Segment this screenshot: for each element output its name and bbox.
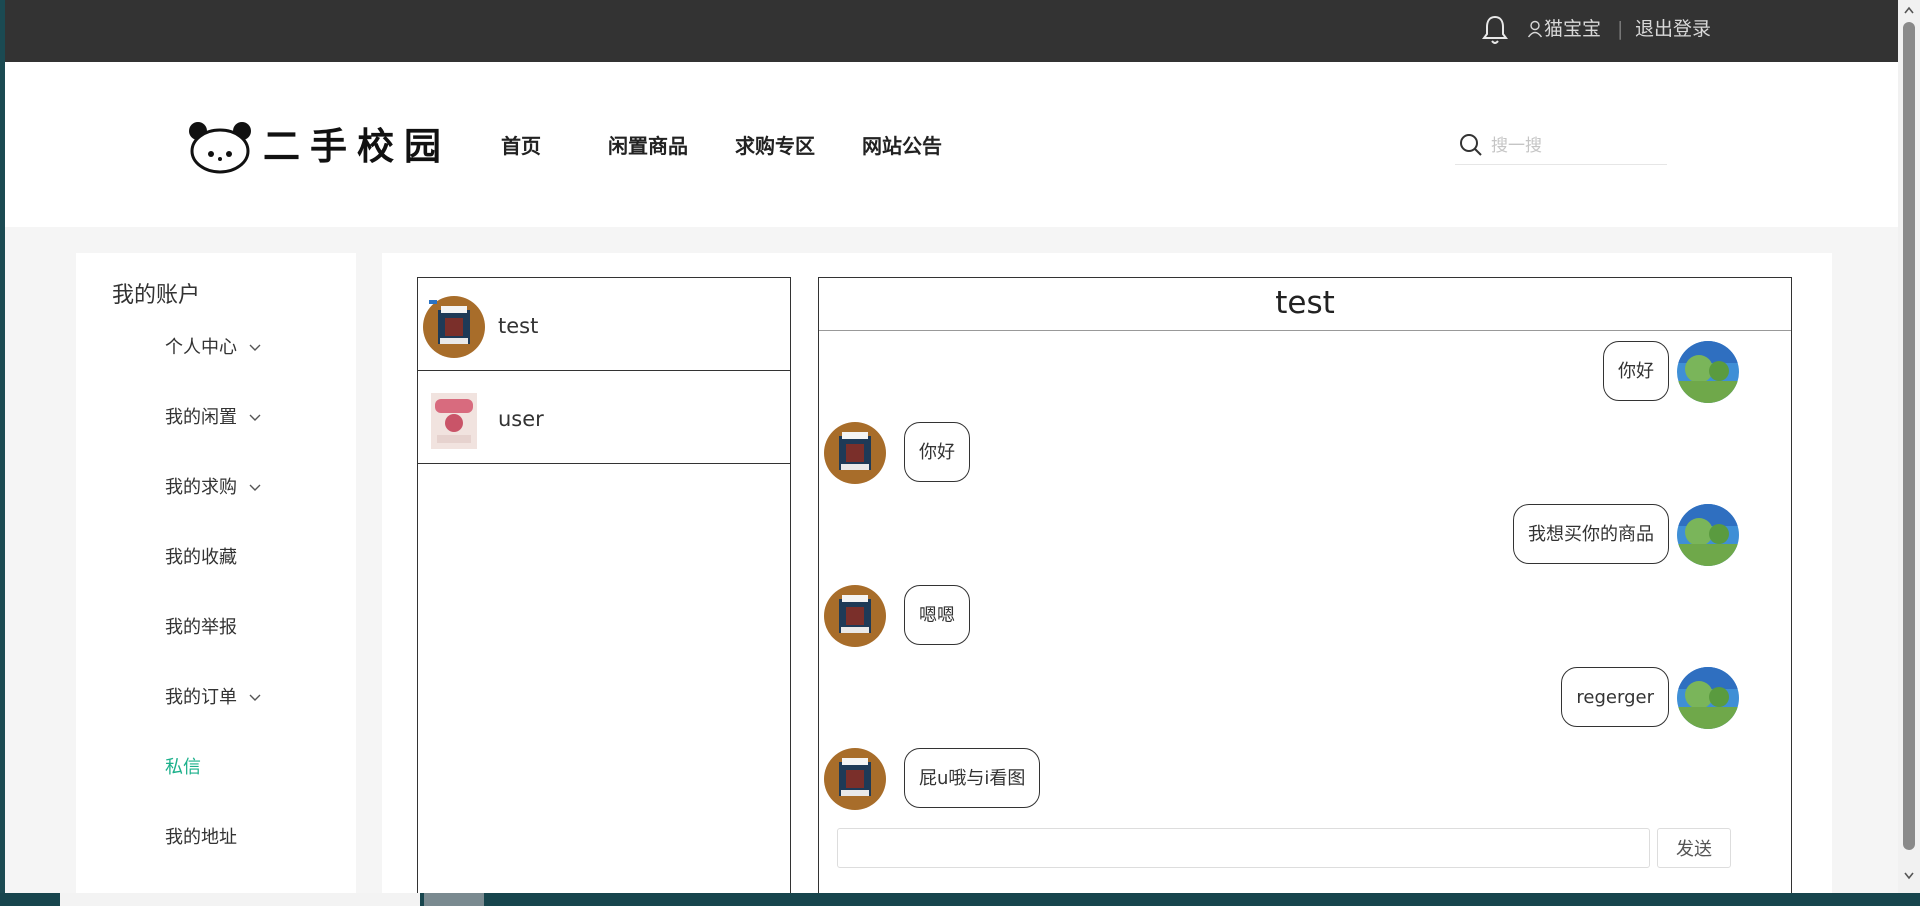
sidebar-item-label: 我的求购 (165, 477, 237, 498)
sidebar-item-label: 我的订单 (165, 687, 237, 708)
product-box-avatar (423, 296, 485, 358)
nav-idle-goods[interactable]: 闲置商品 (608, 132, 688, 160)
site-header: 二手校园 首页 闲置商品 求购专区 网站公告 (5, 62, 1898, 227)
chat-window: test 你好 你好 我想买你的商品 嗯嗯 regerger 屁u哦与i看图 发… (818, 277, 1792, 893)
main-panel: test user test 你好 你好 我想买你的商品 嗯嗯 regerger… (382, 253, 1832, 893)
contact-name: user (498, 407, 544, 431)
chevron-down-icon (249, 414, 261, 421)
sidebar-item-orders[interactable]: 我的订单 (165, 685, 261, 711)
sidebar-item-label: 个人中心 (165, 337, 237, 358)
product-card-avatar (431, 393, 477, 449)
sidebar-item-reports[interactable]: 我的举报 (165, 615, 237, 641)
nav-wanted[interactable]: 求购专区 (735, 132, 815, 160)
search-box (1455, 128, 1667, 165)
landscape-avatar (1677, 504, 1739, 566)
sidebar-item-messages[interactable]: 私信 (165, 755, 201, 781)
product-box-avatar (824, 422, 886, 484)
taskbar-app[interactable] (424, 893, 484, 906)
panda-logo-icon[interactable] (187, 120, 253, 174)
message-bubble: 你好 (1603, 341, 1669, 401)
sidebar-item-my-idle[interactable]: 我的闲置 (165, 405, 261, 431)
sidebar-item-label: 我的举报 (165, 617, 237, 638)
message-received: 嗯嗯 (819, 585, 1791, 647)
message-sent: 我想买你的商品 (819, 504, 1791, 566)
page-scrollbar[interactable] (1898, 0, 1920, 893)
logout-link[interactable]: 退出登录 (1635, 16, 1711, 42)
message-sent: regerger (819, 667, 1791, 729)
landscape-avatar (1677, 341, 1739, 403)
scrollbar-thumb[interactable] (1903, 22, 1915, 850)
message-input[interactable] (837, 828, 1650, 868)
sidebar-item-label: 我的地址 (165, 827, 237, 848)
chevron-down-icon (249, 484, 261, 491)
scroll-up-arrow-icon[interactable] (1904, 6, 1914, 14)
message-bubble: 你好 (904, 422, 970, 482)
contact-name: test (498, 314, 539, 338)
sidebar-title: 我的账户 (112, 283, 201, 308)
sidebar-item-label: 私信 (165, 757, 201, 778)
account-sidebar: 我的账户 个人中心 我的闲置 我的求购 我的收藏 我的举报 我的订单 私信 我的… (76, 253, 356, 893)
sidebar-item-profile[interactable]: 个人中心 (165, 335, 261, 361)
message-received: 你好 (819, 422, 1791, 484)
separator: | (1617, 18, 1624, 40)
username-label[interactable]: 猫宝宝 (1544, 16, 1601, 42)
nav-announcements[interactable]: 网站公告 (862, 132, 942, 160)
sidebar-item-address[interactable]: 我的地址 (165, 825, 237, 851)
chevron-down-icon (249, 694, 261, 701)
sidebar-item-label: 我的收藏 (165, 547, 237, 568)
message-bubble: regerger (1561, 667, 1669, 727)
search-icon[interactable] (1459, 133, 1483, 157)
taskbar (0, 893, 1920, 906)
message-bubble: 嗯嗯 (904, 585, 970, 645)
contact-item[interactable]: user (418, 371, 790, 464)
logo-text[interactable]: 二手校园 (263, 122, 451, 170)
scroll-down-arrow-icon[interactable] (1904, 872, 1914, 880)
sidebar-item-label: 我的闲置 (165, 407, 237, 428)
chat-title: test (819, 278, 1791, 331)
sidebar-item-favorites[interactable]: 我的收藏 (165, 545, 237, 571)
contact-item[interactable]: test (418, 278, 790, 371)
chevron-down-icon (249, 344, 261, 351)
nav-home[interactable]: 首页 (501, 132, 541, 160)
product-box-avatar (824, 748, 886, 810)
contact-list: test user (417, 277, 791, 893)
bell-icon[interactable] (1480, 14, 1510, 46)
message-received: 屁u哦与i看图 (819, 748, 1791, 810)
message-sent: 你好 (819, 341, 1791, 403)
send-button[interactable]: 发送 (1657, 828, 1731, 868)
message-bubble: 我想买你的商品 (1513, 504, 1669, 564)
message-bubble: 屁u哦与i看图 (904, 748, 1041, 808)
user-icon (1527, 20, 1543, 38)
sidebar-item-my-wanted[interactable]: 我的求购 (165, 475, 261, 501)
landscape-avatar (1677, 667, 1739, 729)
taskbar-app[interactable] (60, 893, 420, 906)
product-box-avatar (824, 585, 886, 647)
browser-page: 猫宝宝 | 退出登录 二手校园 首页 闲置商品 求购专区 网站公告 我的账户 (5, 0, 1898, 893)
top-bar: 猫宝宝 | 退出登录 (5, 0, 1898, 62)
search-input[interactable] (1489, 132, 1663, 160)
